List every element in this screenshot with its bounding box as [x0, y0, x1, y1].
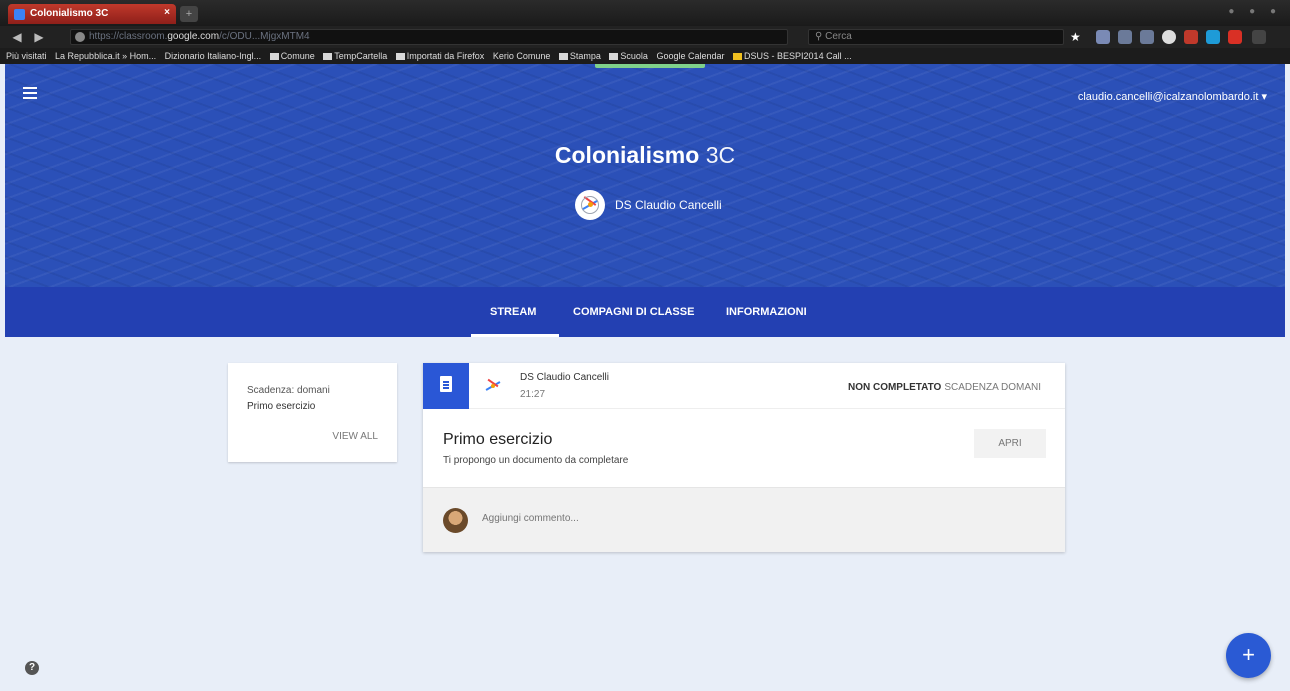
bookmark-item[interactable]: Kerio Comune — [493, 51, 551, 61]
upcoming-item-link[interactable]: Primo esercizio — [247, 401, 315, 412]
bookmark-folder[interactable]: Scuola — [620, 51, 648, 61]
bookmark-item[interactable]: Più visitati — [6, 51, 47, 61]
author-avatar — [481, 374, 505, 398]
completion-status: NON COMPLETATO — [847, 382, 942, 393]
class-title: Colonialismo 3C — [5, 142, 1285, 169]
bookmark-item[interactable]: Google Calendar — [656, 51, 724, 61]
bookmark-folder[interactable]: TempCartella — [334, 51, 387, 61]
browser-tab[interactable]: Colonialismo 3C × — [8, 4, 176, 24]
menu-icon[interactable] — [1252, 30, 1266, 44]
view-all-button[interactable]: VIEW ALL — [332, 431, 378, 442]
classroom-favicon-icon — [14, 9, 25, 20]
site-identity-icon — [75, 32, 85, 42]
hamburger-menu-icon[interactable] — [23, 87, 37, 99]
bookmark-item[interactable]: Dizionario Italiano-Ingl... — [165, 51, 262, 61]
post-author: DS Claudio Cancelli — [520, 372, 609, 383]
address-bar[interactable]: https://classroom.google.com/c/ODU...Mjg… — [70, 29, 788, 45]
due-label: SCADENZA DOMANI — [944, 382, 1041, 393]
teacher-avatar — [575, 190, 605, 220]
assignment-post: DS Claudio Cancelli 21:27 NON COMPLETATO… — [423, 363, 1065, 552]
bookmark-folder[interactable]: Importati da Firefox — [407, 51, 485, 61]
chevron-down-icon: ▾ — [1261, 91, 1267, 103]
folder-icon — [733, 53, 743, 60]
teacher-name: DS Claudio Cancelli — [615, 198, 722, 212]
home-icon[interactable] — [1140, 30, 1154, 44]
tab-about[interactable]: INFORMAZIONI — [726, 306, 807, 318]
comment-area — [423, 487, 1065, 552]
window-controls[interactable]: ● ● ● — [1228, 6, 1282, 17]
skype-icon[interactable] — [1206, 30, 1220, 44]
tab-stream[interactable]: STREAM — [490, 306, 536, 318]
folder-icon — [269, 53, 279, 60]
assignment-type-badge — [423, 363, 469, 409]
post-time: 21:27 — [520, 389, 546, 400]
back-arrow-icon[interactable]: ◀ — [8, 29, 26, 45]
status-badge: NON COMPLETATO SCADENZA DOMANI — [848, 382, 1041, 393]
class-header: claudio.cancelli@icalzanolombardo.it ▾ C… — [5, 64, 1285, 287]
loading-progress-bar — [595, 64, 705, 68]
account-menu[interactable]: claudio.cancelli@icalzanolombardo.it ▾ — [1078, 90, 1267, 103]
avatar — [443, 508, 468, 533]
upcoming-due: Scadenza: domani — [247, 385, 330, 396]
browser-tab-bar: Colonialismo 3C × + ● ● ● — [0, 0, 1290, 26]
folder-icon — [609, 53, 619, 60]
browser-nav-bar: ◀ ▶ https://classroom.google.com/c/ODU..… — [0, 26, 1290, 48]
assignment-icon — [440, 376, 452, 392]
help-icon[interactable]: ? — [25, 661, 39, 675]
bookmark-folder[interactable]: Comune — [281, 51, 315, 61]
account-email: claudio.cancelli@icalzanolombardo.it — [1077, 91, 1259, 103]
bookmarks-bar: Più visitati La Repubblica.it » Hom... D… — [0, 48, 1290, 64]
tab-close-icon[interactable]: × — [164, 7, 170, 18]
browser-search-box[interactable]: ⚲ Cerca — [808, 29, 1064, 45]
class-name: Colonialismo — [554, 142, 700, 168]
folder-icon — [558, 53, 568, 60]
new-tab-button[interactable]: + — [180, 6, 198, 22]
assignment-title[interactable]: Primo esercizio — [443, 431, 552, 449]
post-header: DS Claudio Cancelli 21:27 NON COMPLETATO… — [423, 363, 1065, 409]
url-domain: google.com — [167, 31, 220, 42]
browser-chrome: Colonialismo 3C × + ● ● ● ◀ ▶ https://cl… — [0, 0, 1290, 64]
bookmark-star-icon[interactable]: ★ — [1070, 30, 1084, 44]
add-button[interactable]: + — [1226, 633, 1271, 678]
url-path: /c/ODU...MjgxMTM4 — [219, 31, 310, 42]
upcoming-card: Scadenza: domani Primo esercizio VIEW AL… — [228, 363, 397, 462]
class-section: 3C — [705, 142, 736, 168]
adblock-icon[interactable] — [1184, 30, 1198, 44]
comment-input[interactable] — [482, 513, 782, 524]
bookmark-folder[interactable]: Stampa — [570, 51, 601, 61]
folder-icon — [323, 53, 333, 60]
class-tabs: STREAM COMPAGNI DI CLASSE INFORMAZIONI — [5, 287, 1285, 337]
forward-arrow-icon[interactable]: ▶ — [30, 29, 48, 45]
url-prefix: https://classroom. — [89, 31, 168, 42]
bookmark-folder[interactable]: DSUS - BESPI2014 Call ... — [744, 51, 852, 61]
teacher-info: DS Claudio Cancelli — [575, 190, 722, 220]
bookmark-item[interactable]: La Repubblica.it » Hom... — [55, 51, 156, 61]
search-icon: ⚲ — [815, 31, 826, 42]
folder-icon — [395, 53, 405, 60]
tab-classmates[interactable]: COMPAGNI DI CLASSE — [573, 306, 694, 318]
pocket-icon[interactable] — [1096, 30, 1110, 44]
download-icon[interactable] — [1118, 30, 1132, 44]
browser-tab-title: Colonialismo 3C — [30, 8, 109, 19]
open-assignment-button[interactable]: APRI — [974, 429, 1046, 458]
assignment-description: Ti propongo un documento da completare — [443, 455, 629, 466]
chat-icon[interactable] — [1162, 30, 1176, 44]
active-tab-indicator — [471, 334, 559, 337]
addon-icon[interactable] — [1228, 30, 1242, 44]
search-placeholder: Cerca — [825, 31, 852, 42]
